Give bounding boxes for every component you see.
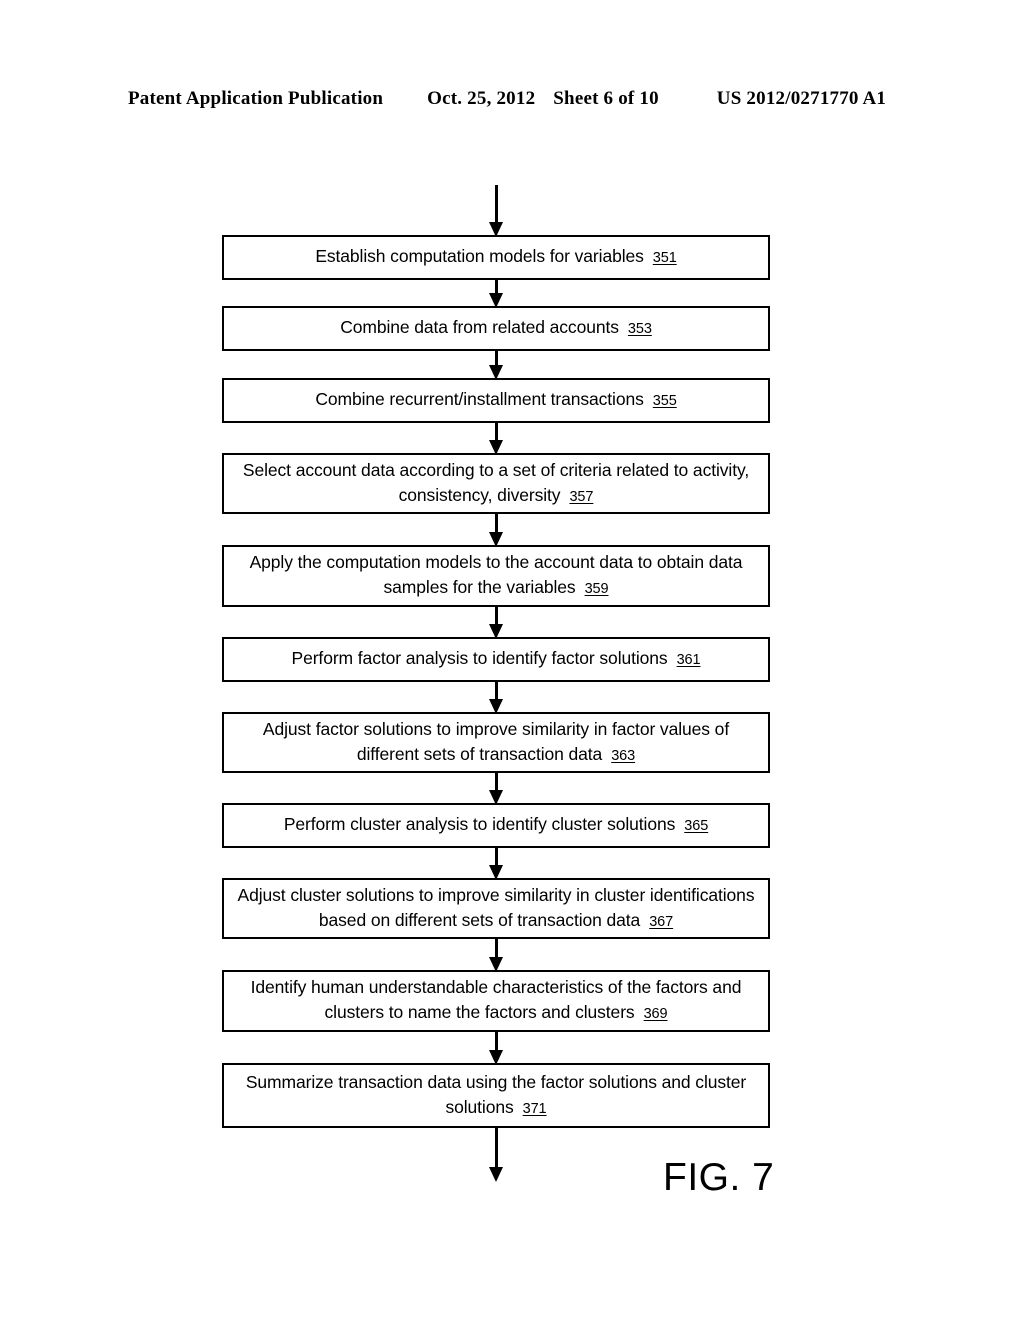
flow-step-text: Adjust factor solutions to improve simil…: [262, 718, 730, 764]
flow-step-reference-numeral: 361: [676, 652, 701, 668]
flow-step-content: Combine recurrent/installment transactio…: [315, 387, 676, 414]
flow-step-reference-numeral: 365: [684, 818, 709, 834]
flow-arrow: [489, 1030, 503, 1065]
flow-step-text: Adjust cluster solutions to improve simi…: [237, 884, 755, 930]
arrow-shaft: [495, 185, 498, 224]
flow-arrow: [489, 512, 503, 547]
flow-arrow: [489, 349, 503, 380]
arrow-shaft: [495, 1030, 498, 1052]
flow-step-357: Select account data according to a set o…: [222, 453, 770, 514]
flow-arrow: [489, 846, 503, 880]
flow-step-reference-numeral: 359: [584, 581, 609, 597]
flow-step-text: Identify human understandable characteri…: [250, 977, 742, 1022]
arrow-shaft: [495, 421, 498, 442]
flow-step-353: Combine data from related accounts 353: [222, 306, 770, 351]
figure-caption: FIG. 7: [663, 1156, 775, 1199]
flow-step-content: Establish computation models for variabl…: [315, 244, 676, 271]
flow-step-365: Perform cluster analysis to identify clu…: [222, 803, 770, 848]
flow-step-text: Apply the computation models to the acco…: [249, 552, 743, 597]
flow-step-content: Combine data from related accounts 353: [340, 315, 652, 342]
flow-step-text: Combine recurrent/installment transactio…: [315, 389, 644, 409]
flow-step-content: Perform factor analysis to identify fact…: [292, 646, 701, 673]
arrow-shaft: [495, 846, 498, 867]
flow-step-reference-numeral: 369: [643, 1006, 668, 1022]
flow-arrow: [489, 1126, 503, 1182]
flow-step-content: Apply the computation models to the acco…: [234, 550, 758, 602]
flow-step-reference-numeral: 357: [569, 488, 594, 505]
flow-step-363: Adjust factor solutions to improve simil…: [222, 712, 770, 773]
flow-step-content: Select account data according to a set o…: [234, 458, 758, 510]
flow-step-355: Combine recurrent/installment transactio…: [222, 378, 770, 423]
flow-step-text: Perform cluster analysis to identify clu…: [283, 814, 676, 834]
arrow-head-icon: [489, 1167, 503, 1182]
flow-step-reference-numeral: 363: [611, 747, 636, 764]
flow-step-reference-numeral: 353: [627, 321, 652, 337]
flow-step-reference-numeral: 355: [652, 393, 677, 409]
flow-step-369: Identify human understandable characteri…: [222, 970, 770, 1032]
arrow-shaft: [495, 1126, 498, 1169]
flow-step-text: Summarize transaction data using the fac…: [245, 1071, 747, 1117]
flow-arrow: [489, 185, 503, 237]
flow-step-361: Perform factor analysis to identify fact…: [222, 637, 770, 682]
flow-step-text: Establish computation models for variabl…: [315, 246, 644, 266]
flow-step-reference-numeral: 351: [652, 250, 677, 266]
flow-step-reference-numeral: 367: [649, 913, 674, 930]
flow-step-371: Summarize transaction data using the fac…: [222, 1063, 770, 1128]
arrow-shaft: [495, 680, 498, 701]
flow-arrow: [489, 680, 503, 714]
flow-arrow: [489, 421, 503, 455]
flow-step-content: Identify human understandable characteri…: [234, 975, 758, 1027]
flow-step-text: Select account data according to a set o…: [242, 459, 750, 505]
flow-step-351: Establish computation models for variabl…: [222, 235, 770, 280]
flowchart-figure-7: Establish computation models for variabl…: [0, 0, 1024, 1320]
arrow-shaft: [495, 771, 498, 792]
flow-step-content: Adjust cluster solutions to improve simi…: [234, 883, 758, 935]
flow-arrow: [489, 278, 503, 308]
flow-arrow: [489, 937, 503, 972]
flow-arrow: [489, 771, 503, 805]
flow-step-359: Apply the computation models to the acco…: [222, 545, 770, 607]
arrow-shaft: [495, 512, 498, 534]
flow-step-text: Combine data from related accounts: [340, 317, 619, 337]
flow-step-content: Adjust factor solutions to improve simil…: [234, 717, 758, 769]
flow-step-content: Summarize transaction data using the fac…: [234, 1070, 758, 1122]
arrow-shaft: [495, 937, 498, 959]
flow-arrow: [489, 605, 503, 639]
flow-step-367: Adjust cluster solutions to improve simi…: [222, 878, 770, 939]
arrow-shaft: [495, 605, 498, 626]
flow-step-text: Perform factor analysis to identify fact…: [291, 648, 668, 668]
flow-step-reference-numeral: 371: [522, 1100, 547, 1117]
flow-step-content: Perform cluster analysis to identify clu…: [284, 812, 708, 839]
